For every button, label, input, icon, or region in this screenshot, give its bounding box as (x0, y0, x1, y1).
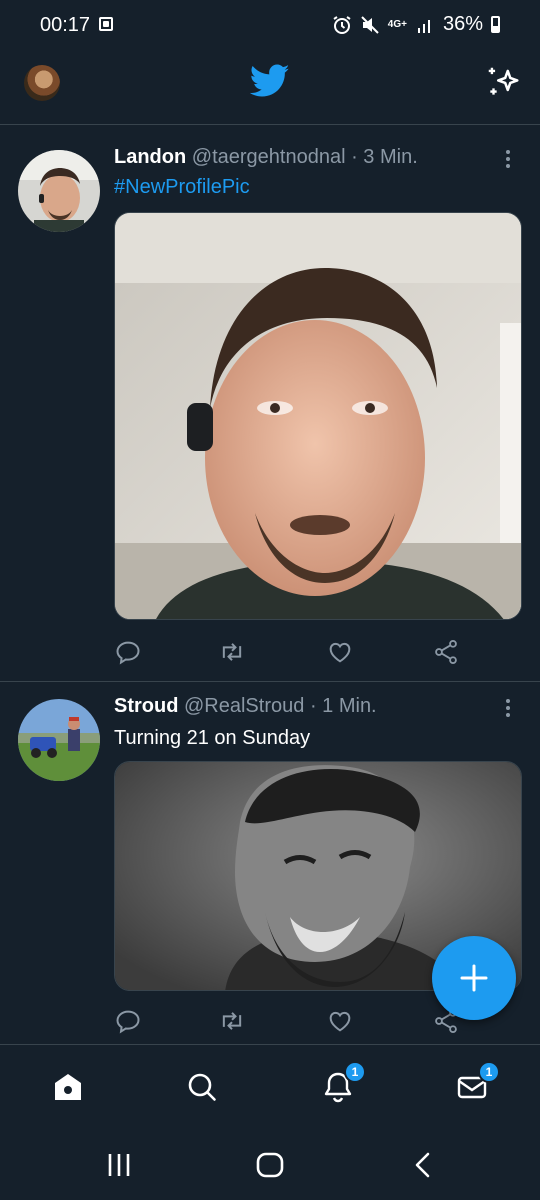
reply-icon[interactable] (114, 638, 142, 666)
retweet-icon[interactable] (218, 638, 246, 666)
alarm-icon (333, 15, 351, 34)
tweet-author-name[interactable]: Stroud (114, 695, 178, 717)
mute-icon (361, 15, 379, 34)
status-bar: 00:17 4G+ 36% (0, 0, 540, 50)
signal-icon (417, 19, 430, 33)
system-navigation-bar (0, 1132, 540, 1200)
tweet-author-avatar[interactable] (18, 699, 100, 781)
gallery-icon (99, 17, 113, 31)
tweet-author-name[interactable]: Landon (114, 146, 186, 168)
more-options-icon[interactable] (498, 150, 518, 170)
battery-percent: 36% (442, 13, 483, 35)
home-icon[interactable] (50, 1069, 86, 1105)
compose-tweet-button[interactable] (432, 936, 516, 1020)
share-icon[interactable] (432, 638, 460, 666)
network-type: 4G+ (387, 19, 407, 30)
like-icon[interactable] (326, 1007, 354, 1035)
battery-icon (491, 16, 500, 33)
more-options-icon[interactable] (498, 699, 518, 719)
tweet-timestamp: · 3 Min. (351, 146, 418, 168)
tweet-hashtag[interactable]: #NewProfilePic (114, 176, 250, 199)
search-icon[interactable] (184, 1069, 220, 1105)
recents-icon[interactable] (104, 1150, 134, 1180)
home-button-icon[interactable] (254, 1149, 286, 1181)
sparkle-icon[interactable] (484, 63, 522, 101)
status-time: 00:17 (40, 14, 91, 36)
tweet-author-handle[interactable]: @taergehtnodnal (192, 146, 346, 168)
messages-badge: 1 (478, 1061, 500, 1083)
tweet-timestamp: · 1 Min. (309, 695, 377, 717)
reply-icon[interactable] (114, 1007, 142, 1035)
notifications-badge: 1 (344, 1061, 366, 1083)
like-icon[interactable] (326, 638, 354, 666)
my-profile-avatar[interactable] (24, 65, 60, 101)
tweet-image[interactable] (114, 212, 522, 620)
retweet-icon[interactable] (218, 1007, 246, 1035)
plus-icon (460, 964, 488, 992)
app-header (0, 50, 540, 125)
bottom-navigation: 1 1 (0, 1044, 540, 1132)
tweet[interactable]: Landon @taergehtnodnal · 3 Min. #NewProf… (0, 134, 540, 682)
tweet-text: Turning 21 on Sunday (114, 727, 311, 749)
twitter-bird-icon[interactable] (250, 64, 290, 98)
tweet-author-avatar[interactable] (18, 150, 100, 232)
tweet-author-handle[interactable]: @RealStroud (184, 695, 304, 717)
back-icon[interactable] (408, 1149, 438, 1181)
